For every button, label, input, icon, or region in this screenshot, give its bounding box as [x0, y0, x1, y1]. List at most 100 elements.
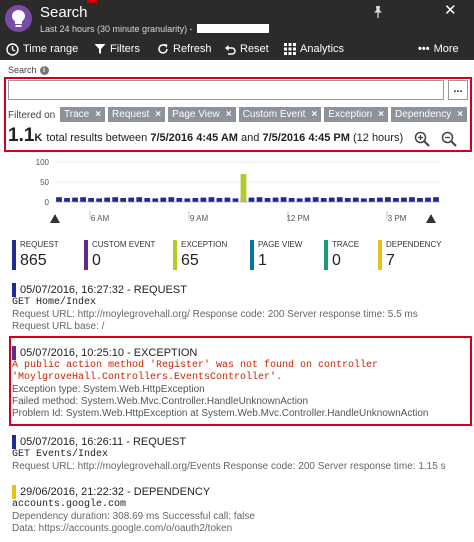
histogram-bar[interactable]: [401, 197, 407, 202]
exception-message: A public action method 'Register' was no…: [12, 360, 379, 383]
histogram-bar[interactable]: [248, 197, 255, 202]
remove-filter-icon[interactable]: ×: [457, 107, 463, 122]
filter-chip-trace[interactable]: Trace ×: [60, 107, 106, 122]
histogram-bar[interactable]: [56, 197, 62, 202]
histogram-bar[interactable]: [304, 197, 311, 202]
histogram-bar[interactable]: [256, 197, 263, 202]
result-title: 29/06/2016, 21:22:32 - DEPENDENCY: [12, 485, 470, 499]
analytics-button[interactable]: Analytics: [284, 41, 344, 57]
time-range-button[interactable]: Time range: [6, 41, 78, 57]
histogram-bar[interactable]: [264, 198, 271, 202]
remove-filter-icon[interactable]: ×: [95, 107, 101, 122]
histogram-bar[interactable]: [136, 197, 143, 202]
histogram-bar[interactable]: [128, 197, 135, 202]
filter-chip-page-view[interactable]: Page View ×: [168, 107, 236, 122]
histogram-bar[interactable]: [112, 197, 119, 202]
histogram-bar[interactable]: [433, 197, 439, 202]
filter-chip-custom-event[interactable]: Custom Event ×: [238, 107, 322, 122]
filters-button[interactable]: Filters: [94, 41, 140, 57]
histogram-bar[interactable]: [72, 197, 78, 202]
histogram-bar[interactable]: [160, 197, 167, 202]
histogram-bar[interactable]: [296, 198, 303, 202]
histogram-bar[interactable]: [216, 198, 223, 202]
histogram-bar[interactable]: [184, 198, 191, 202]
histogram-bar[interactable]: [320, 198, 327, 202]
more-button[interactable]: ••• More: [418, 41, 459, 57]
histogram-bar[interactable]: [88, 198, 94, 202]
histogram-bar[interactable]: [96, 198, 103, 202]
histogram-bar[interactable]: [280, 197, 287, 202]
histogram-bar[interactable]: [409, 197, 415, 202]
remove-filter-icon[interactable]: ×: [226, 107, 232, 122]
histogram-bar[interactable]: [328, 197, 335, 202]
range-end-handle[interactable]: [426, 214, 436, 223]
histogram-bar[interactable]: [208, 197, 215, 202]
legend-custom-event[interactable]: CUSTOM EVENT 0: [84, 240, 155, 270]
range-start-handle[interactable]: [50, 214, 60, 223]
histogram-bar[interactable]: [152, 198, 159, 202]
ellipsis-icon: •••: [418, 43, 430, 55]
result-item-4[interactable]: 29/06/2016, 21:22:32 - DEPENDENCY accoun…: [12, 485, 470, 535]
legend-page-view[interactable]: PAGE VIEW 1: [250, 240, 302, 270]
legend-exception[interactable]: EXCEPTION 65: [173, 240, 227, 270]
refresh-button[interactable]: Refresh: [157, 41, 212, 57]
legend-count: 65: [181, 252, 199, 269]
histogram-bar[interactable]: [288, 198, 295, 202]
result-item-1[interactable]: 05/07/2016, 16:27:32 - REQUEST GET Home/…: [12, 283, 470, 333]
histogram-bar[interactable]: [192, 198, 199, 202]
search-input[interactable]: [8, 80, 444, 100]
histogram-bar[interactable]: [392, 198, 399, 202]
histogram-bar[interactable]: [312, 197, 319, 202]
y-tick-label: 100: [36, 158, 50, 167]
result-title: 05/07/2016, 10:25:10 - EXCEPTION: [12, 346, 470, 360]
legend-request[interactable]: REQUEST 865: [12, 240, 59, 270]
histogram-bar[interactable]: [176, 198, 183, 202]
zoom-out-icon[interactable]: [441, 131, 457, 147]
blade-subtitle: Last 24 hours (30 minute granularity) -: [40, 24, 269, 35]
histogram-bar[interactable]: [64, 198, 70, 202]
histogram-bar-exception[interactable]: [240, 174, 247, 202]
close-icon[interactable]: ✕: [444, 3, 457, 18]
zoom-in-icon[interactable]: [414, 131, 430, 147]
result-detail: Request URL base: /: [12, 321, 105, 332]
histogram-bar[interactable]: [417, 198, 423, 202]
remove-filter-icon[interactable]: ×: [311, 107, 317, 122]
legend-trace[interactable]: TRACE 0: [324, 240, 359, 270]
histogram-bar[interactable]: [224, 197, 231, 202]
undo-icon: [225, 45, 236, 55]
histogram-bar[interactable]: [360, 198, 367, 202]
redacted-area: [196, 24, 269, 33]
remove-filter-icon[interactable]: ×: [378, 107, 384, 122]
histogram-bar[interactable]: [425, 197, 431, 202]
result-detail: Failed method: System.Web.Mvc.Controller…: [12, 396, 309, 407]
histogram-bar[interactable]: [376, 197, 383, 202]
histogram-bar[interactable]: [200, 197, 207, 202]
results-histogram[interactable]: 100 50 0 6 AM 9 AM 12 PM 3 PM: [0, 157, 474, 227]
legend-label: PAGE VIEW: [258, 240, 303, 249]
filter-chip-request[interactable]: Request ×: [108, 107, 166, 122]
remove-filter-icon[interactable]: ×: [155, 107, 161, 122]
histogram-bar[interactable]: [384, 197, 391, 202]
reset-button[interactable]: Reset: [224, 41, 269, 57]
histogram-bar[interactable]: [80, 197, 86, 202]
filter-chip-dependency[interactable]: Dependency ×: [391, 107, 468, 122]
histogram-bar[interactable]: [144, 198, 151, 202]
blade-header: Search Last 24 hours (30 minute granular…: [0, 0, 474, 38]
histogram-bar[interactable]: [336, 197, 343, 202]
histogram-bar[interactable]: [344, 198, 351, 202]
histogram-bar[interactable]: [352, 197, 359, 202]
histogram-bar[interactable]: [272, 197, 279, 202]
result-item-3[interactable]: 05/07/2016, 16:26:11 - REQUEST GET Event…: [12, 435, 470, 473]
filter-chip-exception[interactable]: Exception ×: [324, 107, 389, 122]
pin-icon[interactable]: [371, 5, 385, 19]
result-item-2[interactable]: 05/07/2016, 10:25:10 - EXCEPTION A publi…: [12, 346, 470, 420]
histogram-bar[interactable]: [232, 198, 239, 202]
histogram-bar[interactable]: [120, 198, 127, 202]
filtered-on-label: Filtered on: [8, 110, 56, 121]
histogram-bar[interactable]: [368, 198, 375, 202]
histogram-bar[interactable]: [168, 197, 175, 202]
legend-dependency[interactable]: DEPENDENCY 7: [378, 240, 442, 270]
info-icon[interactable]: i: [39, 65, 49, 75]
search-options-button[interactable]: ...: [448, 80, 468, 100]
histogram-bar[interactable]: [104, 197, 111, 202]
